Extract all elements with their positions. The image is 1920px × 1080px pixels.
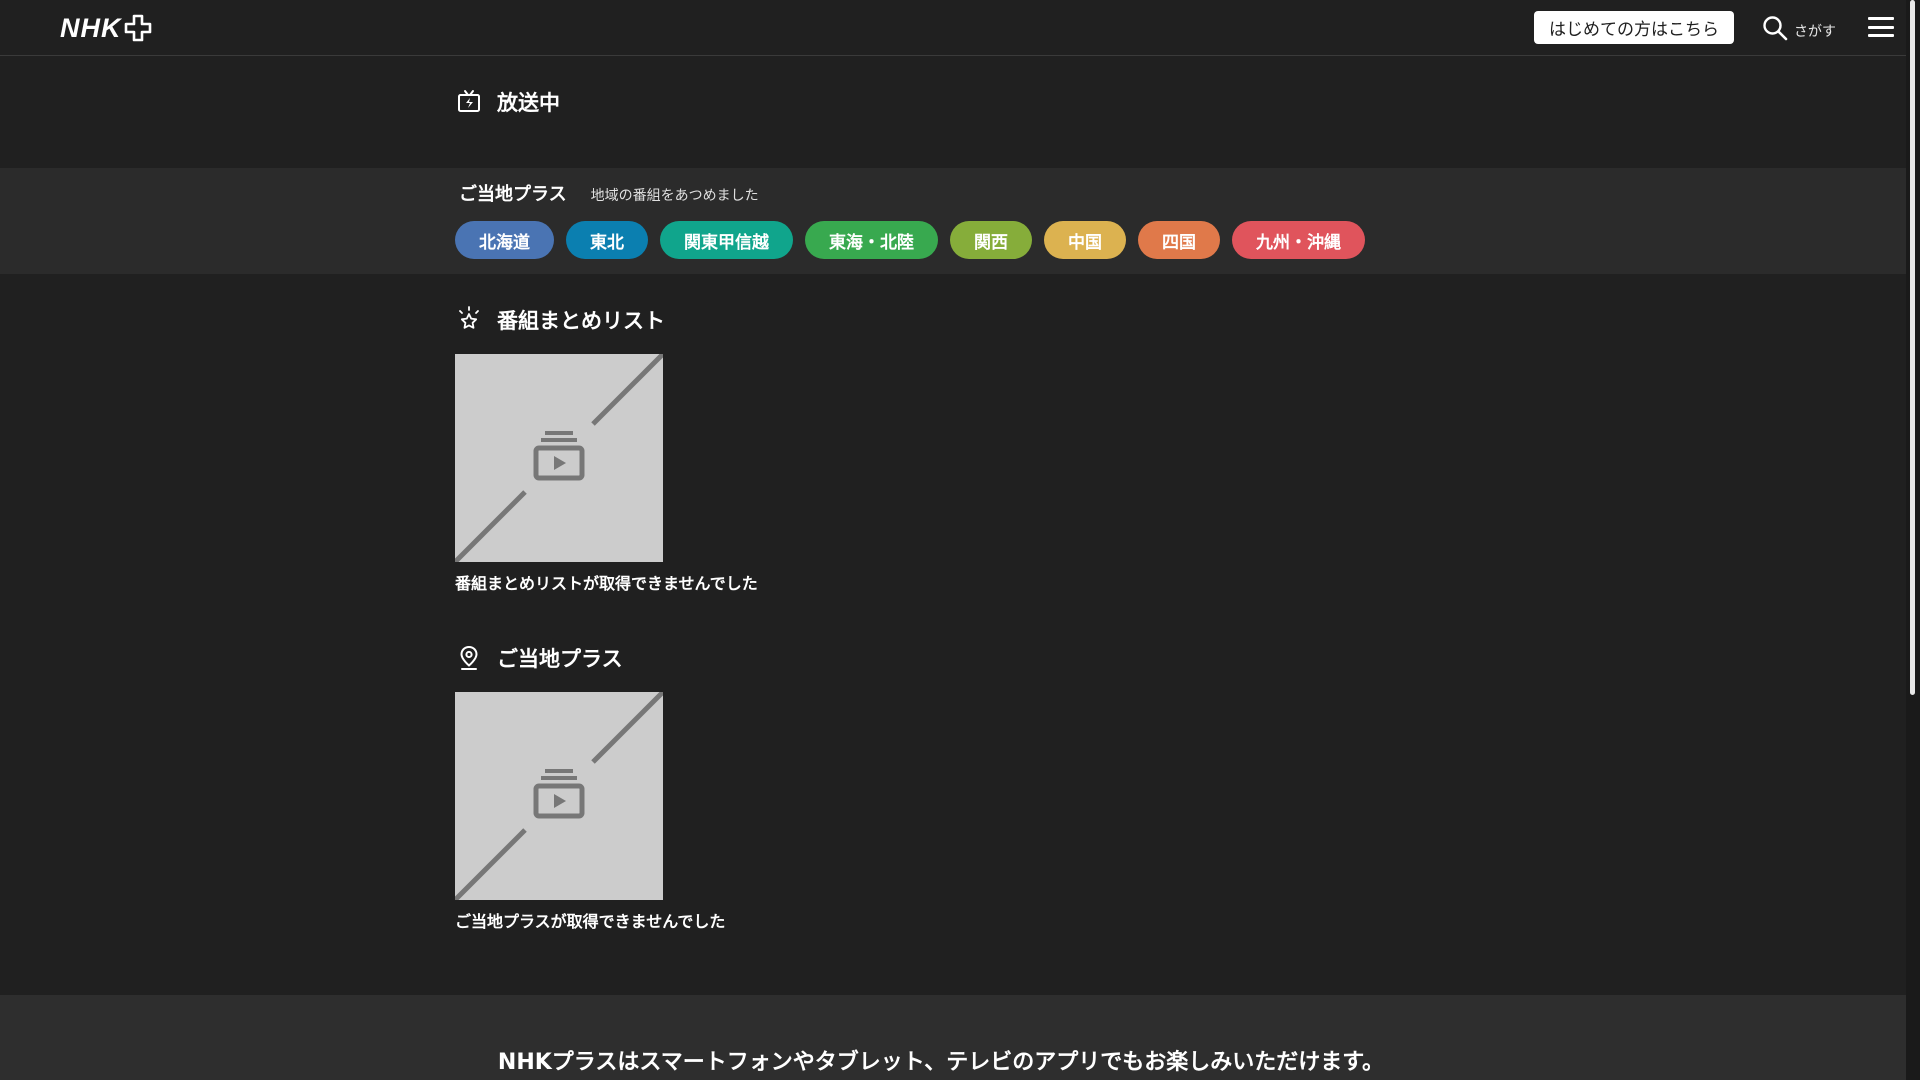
menu-bar bbox=[1868, 25, 1894, 29]
on-air-heading[interactable]: 放送中 bbox=[455, 87, 560, 117]
search-label: さがす bbox=[1794, 24, 1836, 40]
local-plus-placeholder-thumbnail[interactable] bbox=[455, 692, 663, 900]
regional-header: ご当地プラス 地域の番組をあつめました bbox=[459, 180, 759, 206]
region-chip-chugoku[interactable]: 中国 bbox=[1044, 221, 1126, 259]
live-tv-icon bbox=[458, 90, 480, 112]
search-icon bbox=[1763, 16, 1788, 41]
menu-bar bbox=[1868, 34, 1894, 37]
sparkle-star-icon bbox=[459, 306, 479, 329]
nhk-plus-logo[interactable]: NHK bbox=[60, 13, 152, 43]
on-air-title: 放送中 bbox=[497, 91, 560, 115]
broken-video-thumbnail-icon bbox=[455, 354, 663, 562]
plus-logo-icon bbox=[124, 14, 151, 42]
region-chip-list: 北海道 東北 関東甲信越 東海・北陸 関西 中国 四国 九州・沖縄 bbox=[455, 221, 1365, 259]
region-chip-kyushu-okinawa[interactable]: 九州・沖縄 bbox=[1232, 221, 1365, 259]
app-promo-text: NHKプラスはスマートフォンやタブレット、テレビのアプリでもお楽しみいただけます… bbox=[497, 1050, 1385, 1075]
site-header: NHK はじめての方はこちら さがす bbox=[0, 0, 1906, 56]
region-chip-kansai[interactable]: 関西 bbox=[950, 221, 1032, 259]
program-list-title: 番組まとめリスト bbox=[497, 309, 665, 333]
program-list-error: 番組まとめリストが取得できませんでした bbox=[455, 574, 758, 593]
first-time-guide-button[interactable]: はじめての方はこちら bbox=[1534, 11, 1734, 44]
page-scrollbar[interactable] bbox=[1906, 0, 1920, 1080]
logo-text: NHK bbox=[60, 12, 122, 43]
region-chip-tohoku[interactable]: 東北 bbox=[566, 221, 648, 259]
broken-video-thumbnail-icon bbox=[455, 692, 663, 900]
search-button[interactable]: さがす bbox=[1762, 13, 1836, 43]
region-chip-kanto-koshinetsu[interactable]: 関東甲信越 bbox=[660, 221, 793, 259]
local-plus-title: ご当地プラス bbox=[497, 647, 623, 671]
menu-bar bbox=[1868, 17, 1894, 20]
local-plus-heading: ご当地プラス bbox=[455, 643, 623, 673]
scrollbar-thumb[interactable] bbox=[1910, 0, 1915, 695]
regional-title: ご当地プラス bbox=[459, 184, 567, 205]
local-plus-error: ご当地プラスが取得できませんでした bbox=[455, 912, 726, 931]
program-list-heading: 番組まとめリスト bbox=[455, 305, 665, 335]
region-chip-shikoku[interactable]: 四国 bbox=[1138, 221, 1220, 259]
region-chip-tokai-hokuriku[interactable]: 東海・北陸 bbox=[805, 221, 938, 259]
location-pin-icon bbox=[460, 645, 478, 670]
program-list-placeholder-thumbnail[interactable] bbox=[455, 354, 663, 562]
hamburger-menu-icon[interactable] bbox=[1868, 14, 1894, 40]
region-chip-hokkaido[interactable]: 北海道 bbox=[455, 221, 554, 259]
regional-subtitle: 地域の番組をあつめました bbox=[590, 188, 759, 204]
